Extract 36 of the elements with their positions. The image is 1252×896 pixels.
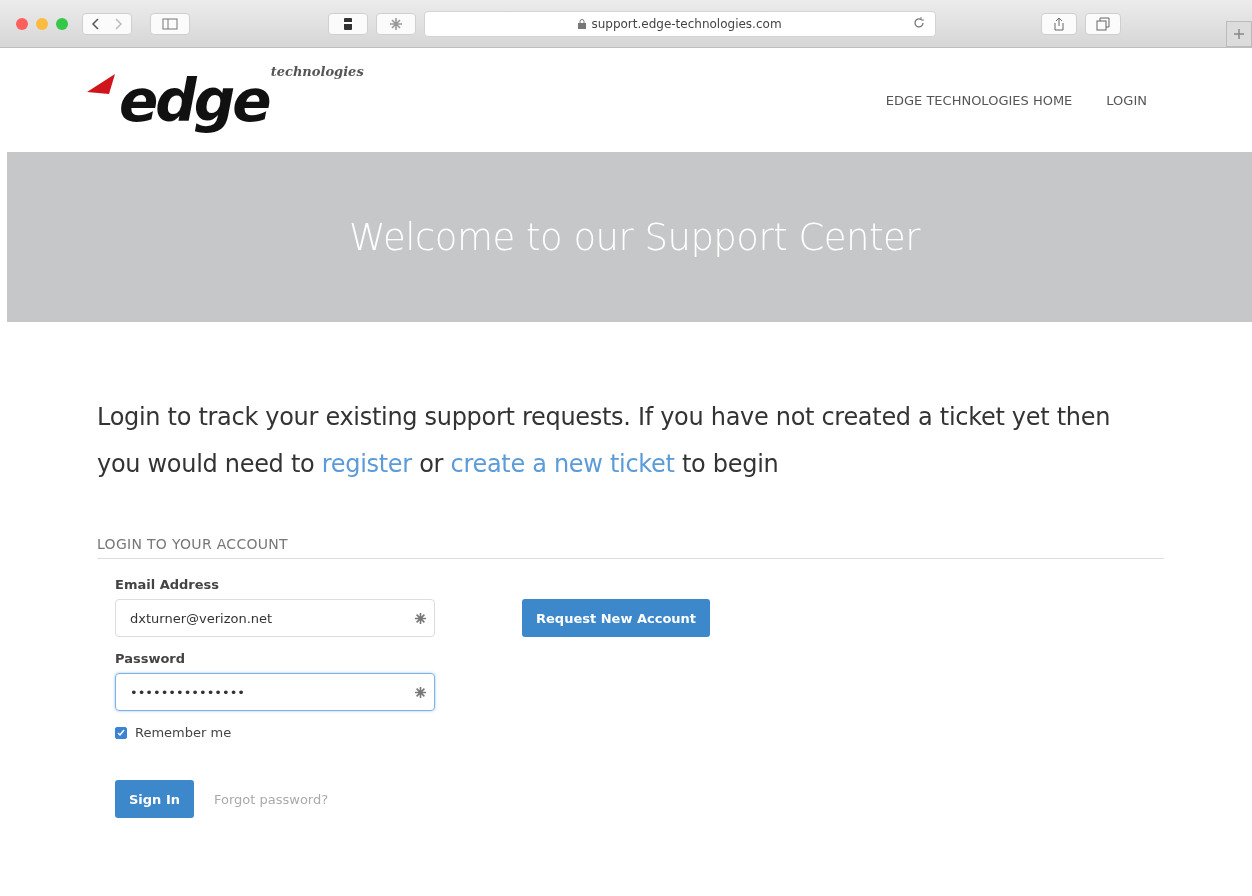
- new-tab-button[interactable]: [1226, 21, 1252, 47]
- reload-icon[interactable]: [913, 16, 925, 29]
- nav-link[interactable]: EDGE TECHNOLOGIES HOME: [885, 92, 1073, 108]
- plus-icon: [1233, 28, 1245, 40]
- zoom-icon[interactable]: [56, 17, 68, 30]
- asterisk-icon: [415, 686, 426, 698]
- request-account-button[interactable]: Request New Account: [522, 599, 711, 637]
- nav-link[interactable]: LOGIN: [1106, 92, 1147, 108]
- address-bar[interactable]: support.edge-technologies.com: [424, 10, 936, 37]
- sidebar-icon: [162, 17, 178, 30]
- field-label: Email Address: [115, 577, 220, 592]
- extension-button[interactable]: [328, 12, 368, 35]
- asterisk-icon: [389, 16, 403, 31]
- section-heading: LOGIN TO YOUR ACCOUNT: [97, 536, 1164, 559]
- share-icon: [1053, 16, 1065, 31]
- close-icon[interactable]: [16, 17, 28, 30]
- field-label: Password: [115, 651, 187, 666]
- url-text: support.edge-technologies.com: [591, 16, 782, 31]
- tabs-icon: [1096, 16, 1110, 31]
- sign-in-button[interactable]: Sign In: [115, 780, 194, 818]
- checkbox[interactable]: [115, 726, 127, 739]
- input-field[interactable]: •••••••••••••••: [115, 673, 435, 711]
- banner-title: Welcome to our Support Center: [348, 215, 920, 259]
- input-field[interactable]: dxturner@verizon.net: [115, 599, 435, 637]
- asterisk-icon: [415, 612, 426, 624]
- minimize-icon[interactable]: [36, 17, 48, 30]
- intro-text: Login to track your existing support requests. If you have not created a ticket yet then you would need to register or create a new ticket to begin: [97, 402, 1112, 480]
- lock-icon: [578, 18, 587, 29]
- tabs-button[interactable]: [1085, 12, 1121, 35]
- share-button[interactable]: [1041, 12, 1077, 35]
- logo-swoosh-icon: [87, 74, 117, 94]
- back-icon[interactable]: [91, 17, 99, 30]
- checkbox-label: Remember me: [135, 725, 232, 740]
- forward-icon[interactable]: [115, 17, 123, 30]
- logo-tagline: technologies: [270, 64, 364, 79]
- sidebar-button[interactable]: [150, 12, 190, 35]
